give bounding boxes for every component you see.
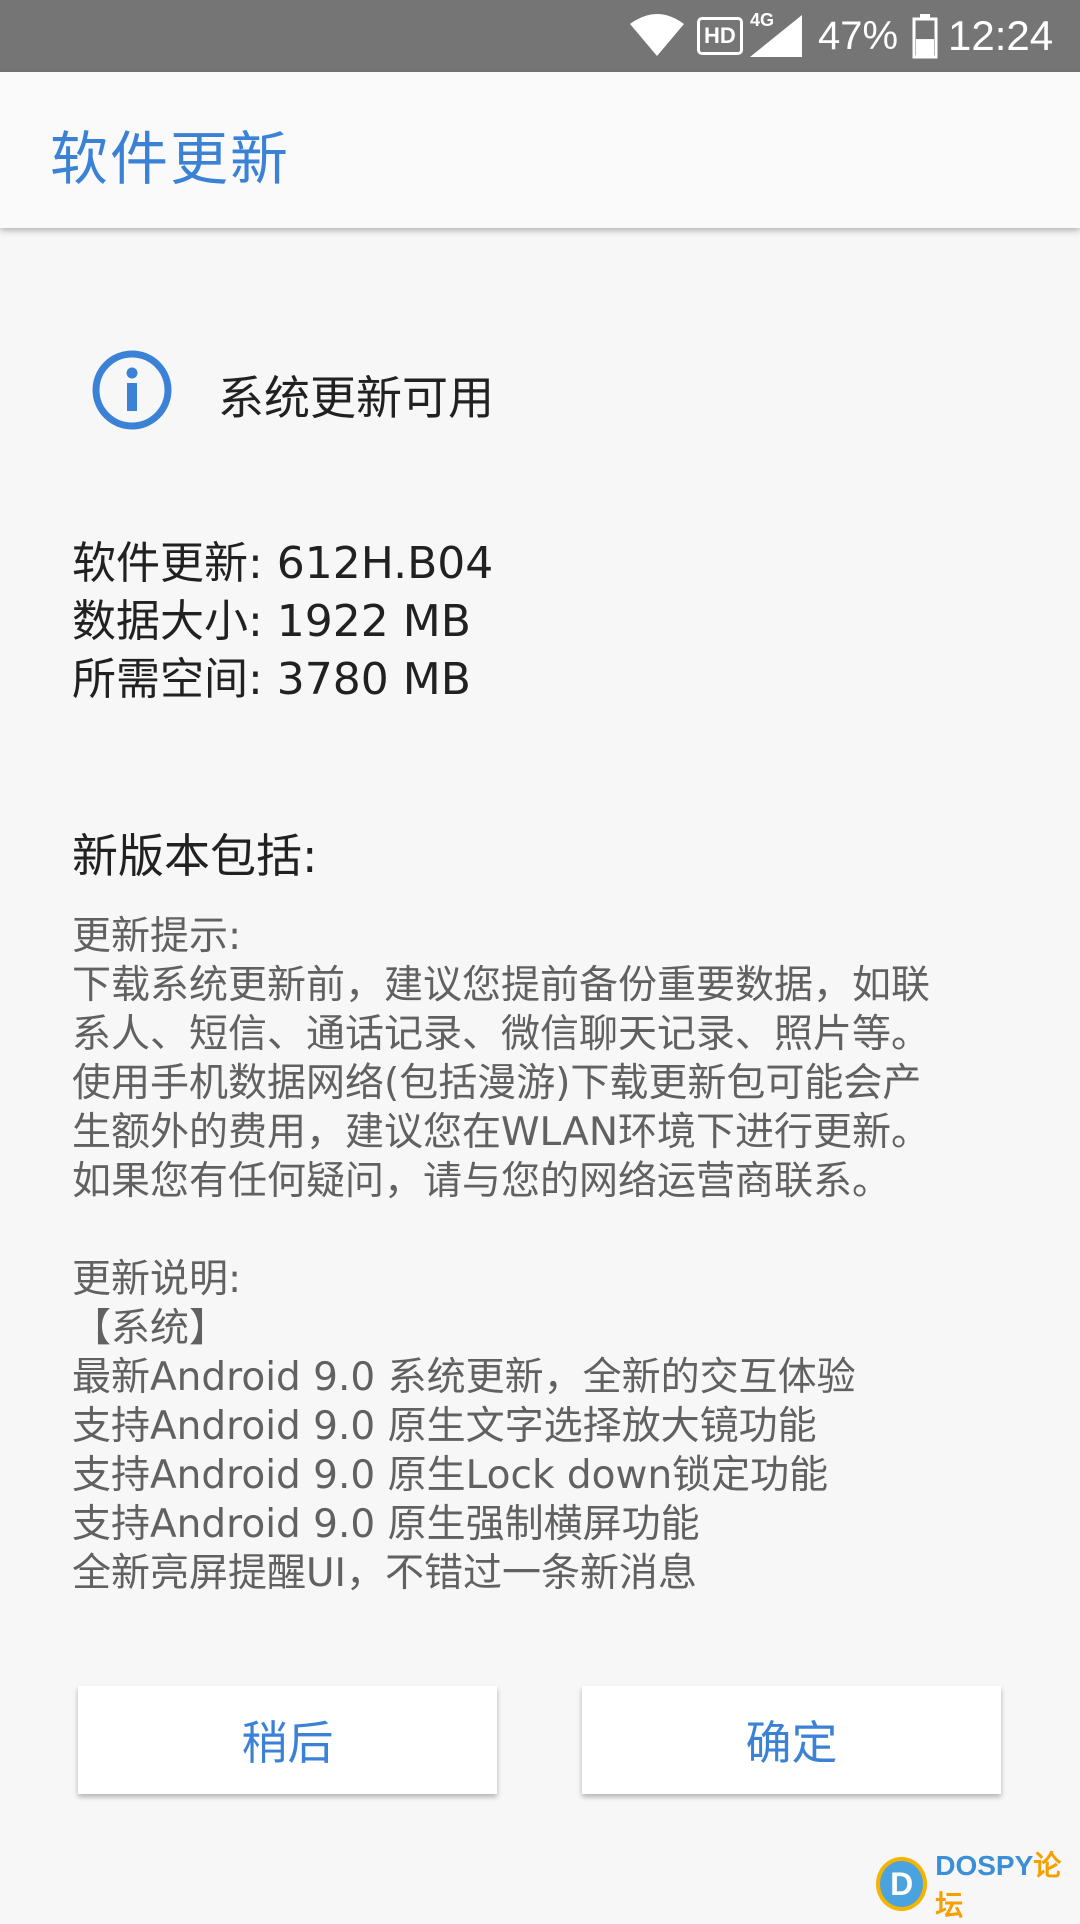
- battery-percent: 47%: [818, 13, 899, 58]
- notes-line: 支持Android 9.0 原生Lock down锁定功能: [72, 1453, 829, 1498]
- tips-line: 使用手机数据网络(包括漫游)下载更新包可能会产: [72, 1061, 922, 1106]
- tips-line: 系人、短信、通话记录、微信聊天记录、照片等。: [72, 1012, 931, 1057]
- notes-line: 支持Android 9.0 原生文字选择放大镜功能: [72, 1404, 817, 1449]
- notes-line: 支持Android 9.0 原生强制横屏功能: [72, 1502, 700, 1547]
- release-notes-scroll[interactable]: 更新提示: 下载系统更新前，建议您提前备份重要数据，如联 系人、短信、通话记录、…: [72, 912, 1032, 1604]
- notes-line: 全新亮屏提醒UI，不错过一条新消息: [72, 1551, 698, 1596]
- update-available-title: 系统更新可用: [218, 371, 494, 425]
- software-version: 软件更新: 612H.B04: [72, 538, 494, 589]
- tips-line: 生额外的费用，建议您在WLAN环境下进行更新。: [72, 1110, 931, 1155]
- hd-icon: HD: [697, 0, 743, 72]
- tips-line: 如果您有任何疑问，请与您的网络运营商联系。: [72, 1159, 892, 1204]
- new-version-includes-heading: 新版本包括:: [72, 829, 318, 883]
- forum-watermark: D DOSPY论坛: [876, 1850, 1080, 1921]
- battery-icon: [912, 0, 938, 72]
- status-bar: HD 4G 47% 12:24: [0, 0, 1080, 72]
- notes-line: 最新Android 9.0 系统更新，全新的交互体验: [72, 1355, 856, 1400]
- hd-label: HD: [697, 17, 743, 55]
- tips-line: 下载系统更新前，建议您提前备份重要数据，如联: [72, 963, 931, 1008]
- data-size: 数据大小: 1922 MB: [72, 596, 471, 647]
- system-tag: 【系统】: [72, 1306, 229, 1351]
- watermark-brand: DOSPY: [935, 1850, 1034, 1881]
- required-space: 所需空间: 3780 MB: [72, 654, 471, 705]
- signal-icon: [748, 0, 804, 72]
- dospy-logo-icon: D: [876, 1857, 928, 1911]
- wifi-icon: [628, 0, 686, 72]
- watermark-text: DOSPY论坛: [935, 1844, 1080, 1924]
- notes-heading: 更新说明:: [72, 1257, 242, 1302]
- confirm-button[interactable]: 确定: [582, 1686, 1001, 1794]
- page-title: 软件更新: [50, 125, 291, 193]
- app-bar: 软件更新: [0, 72, 1080, 228]
- update-specs: 软件更新: 612H.B04 数据大小: 1922 MB 所需空间: 3780 …: [72, 535, 493, 709]
- info-icon: [91, 349, 173, 431]
- later-button[interactable]: 稍后: [78, 1686, 497, 1794]
- clock: 12:24: [948, 12, 1054, 59]
- tips-heading: 更新提示:: [72, 914, 242, 959]
